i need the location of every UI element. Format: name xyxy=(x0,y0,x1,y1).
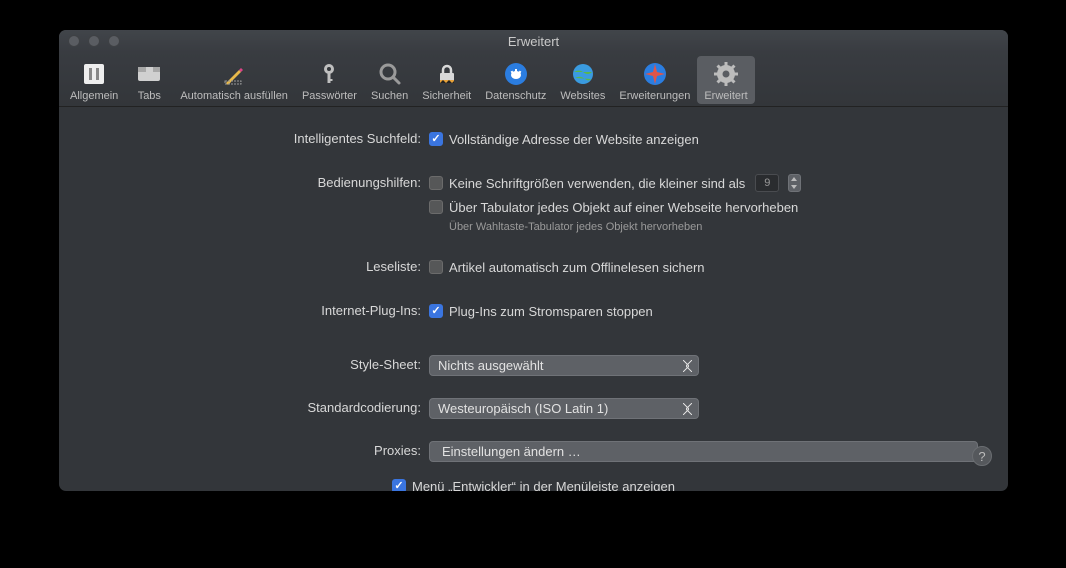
offline-checkbox[interactable] xyxy=(429,260,443,274)
tab-hint: Über Wahltaste-Tabulator jedes Objekt he… xyxy=(429,221,978,233)
power-save-checkbox[interactable] xyxy=(429,304,443,318)
proxies-button-label: Einstellungen ändern … xyxy=(442,444,581,459)
min-font-value[interactable]: 9 xyxy=(755,174,779,192)
tab-label: Sicherheit xyxy=(422,90,471,102)
show-full-address-checkbox[interactable] xyxy=(429,132,443,146)
encoding-value: Westeuropäisch (ISO Latin 1) xyxy=(438,401,608,416)
titlebar: Erweitert xyxy=(59,30,1008,52)
tab-label: Passwörter xyxy=(302,90,357,102)
tab-label: Suchen xyxy=(371,90,408,102)
help-label: ? xyxy=(978,449,985,464)
min-font-checkbox[interactable] xyxy=(429,176,443,190)
key-icon xyxy=(315,60,343,88)
proxies-label: Proxies: xyxy=(89,441,429,458)
toolbar: Allgemein Tabs Automatisch ausfüllen Pas… xyxy=(59,52,1008,107)
tab-tabs[interactable]: Tabs xyxy=(125,56,173,104)
tab-label: Datenschutz xyxy=(485,90,546,102)
extensions-icon xyxy=(641,60,669,88)
encoding-dropdown[interactable]: Westeuropäisch (ISO Latin 1) xyxy=(429,398,699,419)
tab-highlight-text: Über Tabulator jedes Objekt auf einer We… xyxy=(449,200,798,215)
lock-icon xyxy=(433,60,461,88)
offline-text: Artikel automatisch zum Offlinelesen sic… xyxy=(449,260,705,275)
tab-security[interactable]: Sicherheit xyxy=(415,56,478,104)
stylesheet-label: Style-Sheet: xyxy=(89,355,429,372)
show-full-address-text: Vollständige Adresse der Website anzeige… xyxy=(449,132,699,147)
reading-list-label: Leseliste: xyxy=(89,257,429,274)
close-button[interactable] xyxy=(68,35,80,47)
preferences-window: Erweitert Allgemein Tabs Automatisch aus… xyxy=(59,30,1008,491)
window-title: Erweitert xyxy=(59,34,1008,49)
tab-label: Tabs xyxy=(138,90,161,102)
min-font-text: Keine Schriftgrößen verwenden, die klein… xyxy=(449,176,745,191)
proxies-button[interactable]: Einstellungen ändern … xyxy=(429,441,978,462)
accessibility-label: Bedienungshilfen: xyxy=(89,173,429,190)
tab-highlight-checkbox[interactable] xyxy=(429,200,443,214)
dev-menu-text: Menü „Entwickler“ in der Menüleiste anze… xyxy=(412,479,675,492)
smart-search-label: Intelligentes Suchfeld: xyxy=(89,129,429,146)
stylesheet-value: Nichts ausgewählt xyxy=(438,358,544,373)
gear-icon xyxy=(712,60,740,88)
globe-icon xyxy=(569,60,597,88)
tabs-icon xyxy=(135,60,163,88)
tab-extensions[interactable]: Erweiterungen xyxy=(612,56,697,104)
tab-label: Erweitert xyxy=(704,90,747,102)
general-icon xyxy=(80,60,108,88)
tab-privacy[interactable]: Datenschutz xyxy=(478,56,553,104)
content-pane: Intelligentes Suchfeld: Vollständige Adr… xyxy=(59,107,1008,480)
tab-advanced[interactable]: Erweitert xyxy=(697,56,754,104)
tab-general[interactable]: Allgemein xyxy=(63,56,125,104)
min-font-stepper[interactable] xyxy=(788,174,801,192)
stylesheet-dropdown[interactable]: Nichts ausgewählt xyxy=(429,355,699,376)
privacy-icon xyxy=(502,60,530,88)
help-button[interactable]: ? xyxy=(972,446,992,466)
tab-label: Erweiterungen xyxy=(619,90,690,102)
encoding-label: Standardcodierung: xyxy=(89,398,429,415)
tab-passwords[interactable]: Passwörter xyxy=(295,56,364,104)
tab-websites[interactable]: Websites xyxy=(553,56,612,104)
tab-label: Automatisch ausfüllen xyxy=(180,90,288,102)
tab-label: Websites xyxy=(560,90,605,102)
dev-menu-checkbox[interactable] xyxy=(392,479,406,491)
plugins-label: Internet-Plug-Ins: xyxy=(89,301,429,318)
autofill-icon xyxy=(220,60,248,88)
tab-label: Allgemein xyxy=(70,90,118,102)
power-save-text: Plug-Ins zum Stromsparen stoppen xyxy=(449,304,653,319)
tab-autofill[interactable]: Automatisch ausfüllen xyxy=(173,56,295,104)
search-icon xyxy=(376,60,404,88)
tab-search[interactable]: Suchen xyxy=(364,56,415,104)
minimize-button[interactable] xyxy=(88,35,100,47)
window-controls xyxy=(59,35,120,47)
zoom-button[interactable] xyxy=(108,35,120,47)
